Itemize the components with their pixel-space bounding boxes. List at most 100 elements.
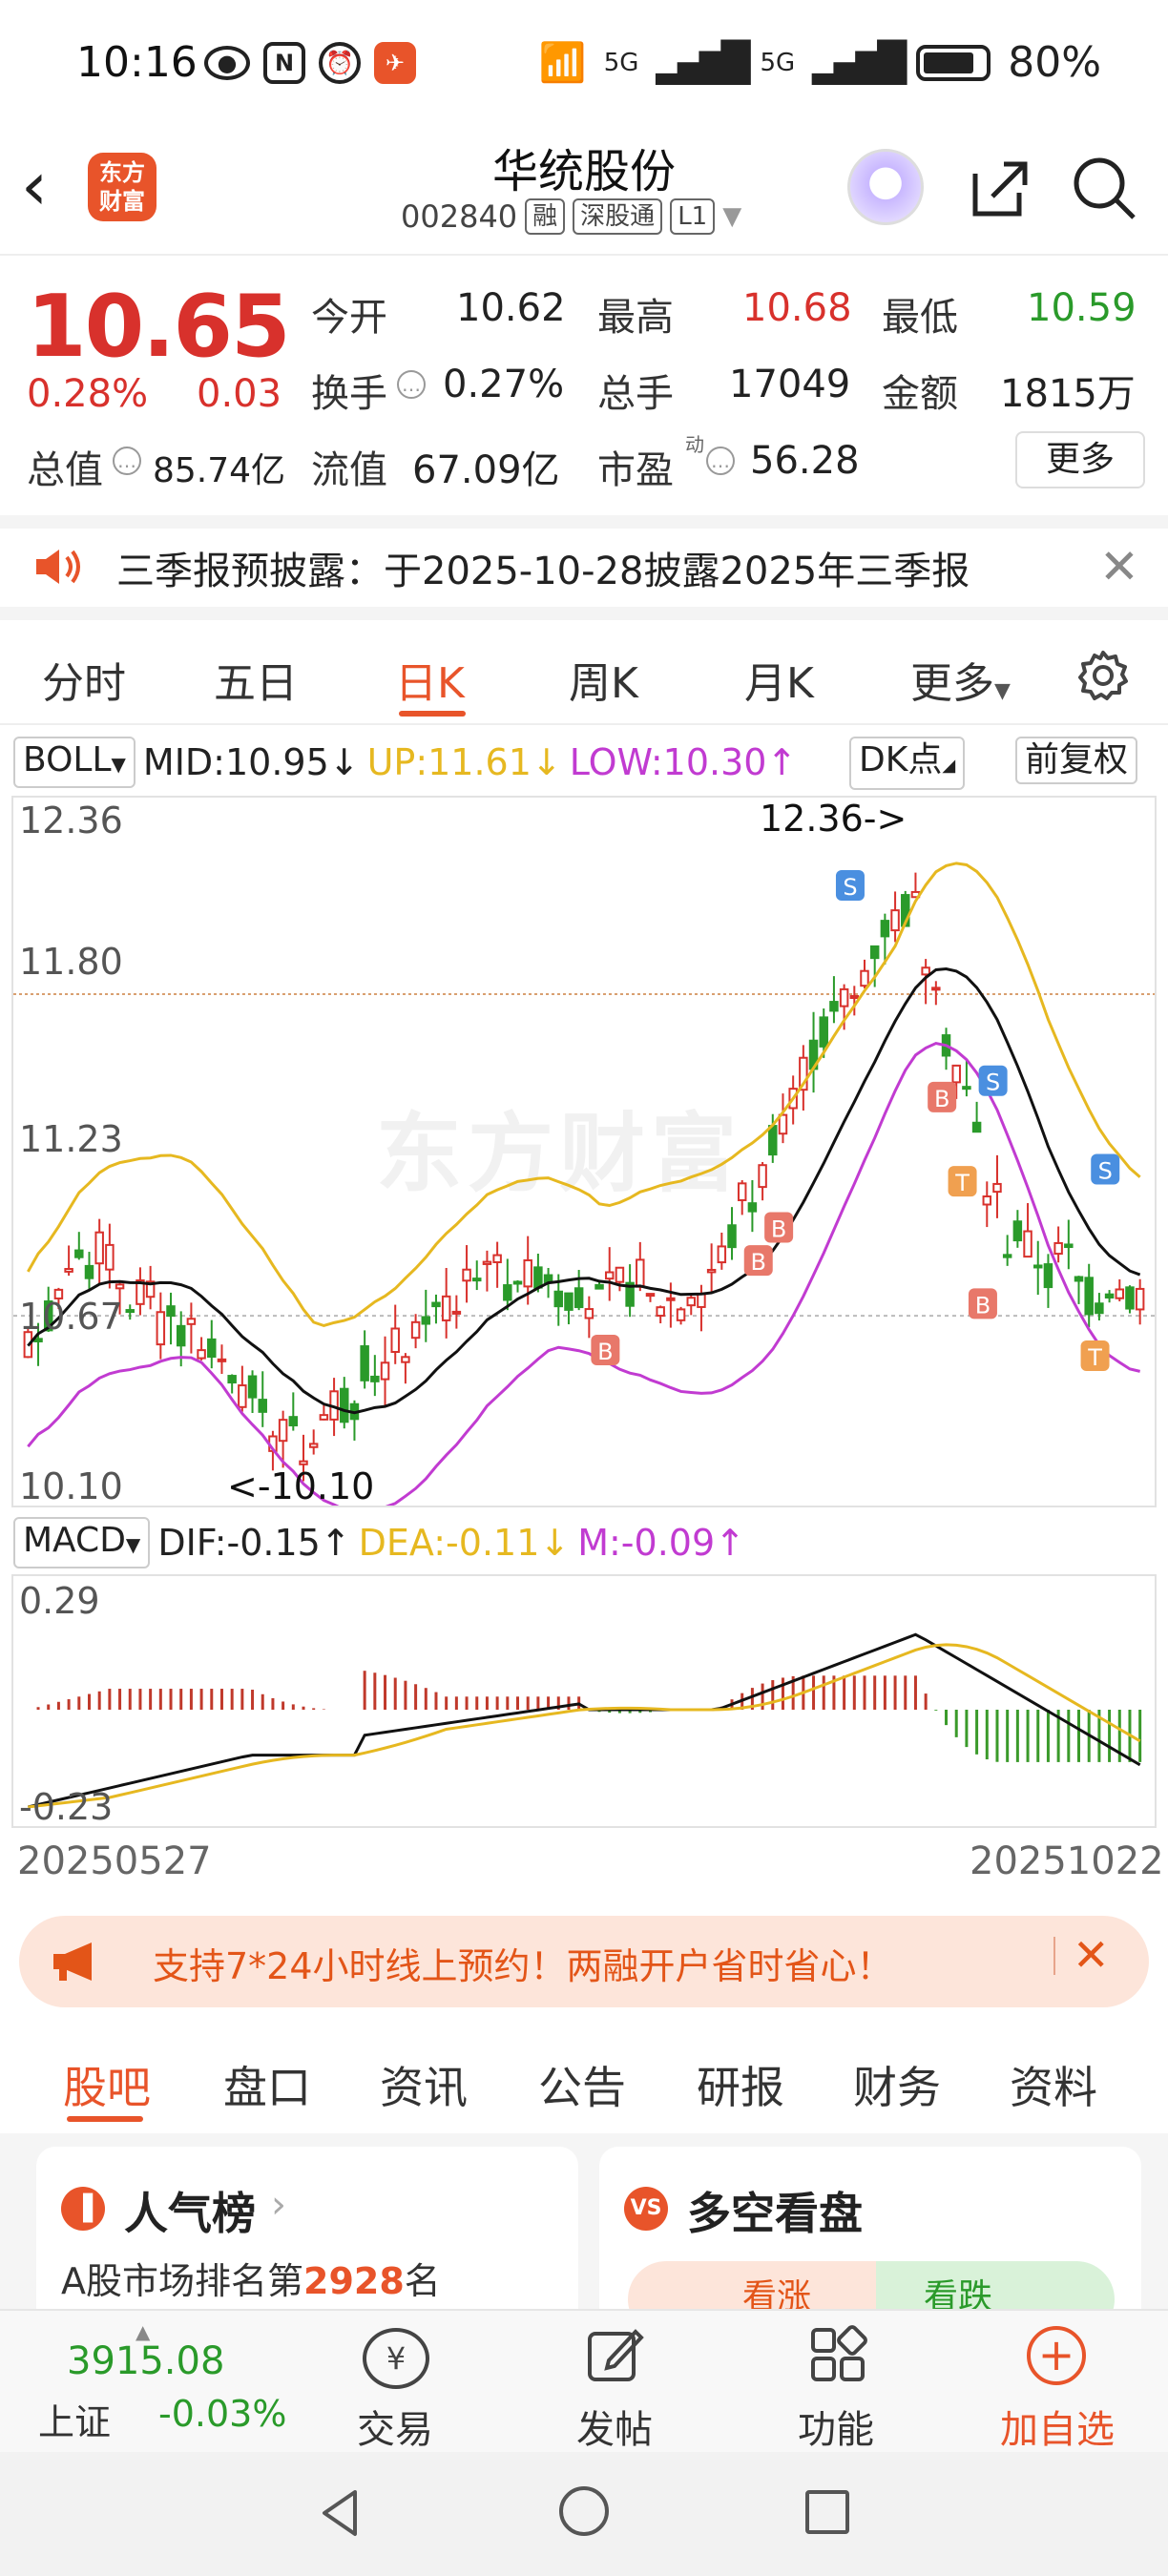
float-cap-label: 流值 — [311, 448, 387, 492]
candle-body — [401, 1356, 410, 1363]
info-icon[interactable]: … — [706, 447, 735, 475]
more-quote-button[interactable]: 更多 — [1015, 431, 1145, 488]
info-icon[interactable]: … — [113, 447, 141, 475]
tab-announcements[interactable]: 公告 — [538, 2053, 626, 2116]
home-circle-icon[interactable] — [559, 2486, 609, 2536]
header-divider — [0, 254, 1168, 256]
candle-body — [737, 1182, 747, 1201]
nav-features[interactable]: 功能 — [760, 2399, 912, 2454]
high-value: 10.68 — [742, 286, 852, 330]
chevron-right-icon: › — [271, 2183, 286, 2227]
nav-post[interactable]: 发帖 — [538, 2399, 691, 2454]
tag-level: L1 — [670, 198, 716, 235]
tab-order-book[interactable]: 盘口 — [223, 2053, 311, 2116]
candle-body — [308, 1443, 319, 1448]
popularity-title: 人气榜 — [124, 2188, 256, 2239]
amount-value: 1815万 — [1000, 372, 1136, 416]
back-triangle-icon[interactable] — [313, 2484, 370, 2542]
kline-chart[interactable]: 东方财富 BBBSSSBTBT 12.36 11.80 11.23 10.67 … — [11, 796, 1157, 1507]
candle-body — [370, 1375, 380, 1382]
candle-body — [890, 909, 900, 932]
macd-selector[interactable]: MACD▼ — [13, 1517, 151, 1568]
index-name[interactable]: 上证 — [38, 2393, 111, 2445]
candle-body — [1002, 1254, 1012, 1258]
adjust-toggle[interactable]: 前复权 — [1015, 737, 1138, 784]
tab-forum[interactable]: 股吧 — [63, 2053, 151, 2116]
candle-body — [482, 1260, 492, 1265]
search-icon[interactable] — [1071, 155, 1137, 221]
vs-icon: VS — [624, 2187, 668, 2231]
tab-research[interactable]: 研报 — [697, 2053, 784, 2116]
tab-profile[interactable]: 资料 — [1010, 2053, 1097, 2116]
candle-body — [574, 1287, 584, 1309]
close-icon[interactable]: ✕ — [1099, 539, 1139, 594]
macd-dea: DEA:-0.11↓ — [358, 1522, 571, 1564]
share-icon[interactable] — [966, 155, 1032, 221]
edit-icon[interactable] — [584, 2324, 645, 2385]
current-price: 10.65 — [27, 277, 291, 377]
corner-icon: ◢ — [942, 756, 956, 776]
candle-body — [962, 1086, 971, 1091]
tab-weekly-k[interactable]: 周K — [569, 649, 638, 710]
tab-intraday[interactable]: 分时 — [42, 649, 126, 710]
tab-daily-k[interactable]: 日K — [395, 649, 465, 710]
candle-body — [207, 1338, 217, 1359]
boll-selector[interactable]: BOLL▼ — [13, 737, 136, 788]
close-icon[interactable]: ✕ — [1073, 1929, 1110, 1981]
candle-body — [1023, 1230, 1032, 1258]
boll-upper-line — [27, 862, 1141, 1328]
tab-five-day[interactable]: 五日 — [214, 649, 298, 710]
candle-body — [656, 1306, 665, 1318]
candle-body — [1135, 1287, 1145, 1311]
index-value[interactable]: 3915.08 — [67, 2339, 224, 2383]
price-axis-4: 10.67 — [19, 1296, 123, 1338]
app-notification-icon: ✈ — [374, 42, 416, 84]
stock-code-row[interactable]: 002840 融 深股通 L1 ▼ — [401, 198, 741, 235]
rank-suffix: 名 — [404, 2260, 441, 2302]
status-right: 📶 5G ▂▄▆█ 5G ▂▄▆█ 80% — [539, 38, 1101, 87]
candle-body — [84, 1264, 94, 1279]
candle-body — [829, 1001, 839, 1012]
candle-body — [849, 995, 860, 1000]
candle-body — [676, 1308, 686, 1321]
nav-add-watchlist[interactable]: 加自选 — [981, 2399, 1134, 2454]
candle-body — [1104, 1293, 1115, 1299]
candle-body — [156, 1311, 166, 1346]
candle-body — [645, 1293, 656, 1298]
chevron-down-icon: ▼ — [125, 1533, 141, 1556]
candle-body — [951, 1064, 961, 1084]
grid-icon[interactable] — [807, 2324, 868, 2385]
candle-body — [197, 1349, 206, 1360]
candle-body — [288, 1416, 299, 1427]
candle-body — [503, 1284, 512, 1301]
gear-icon[interactable] — [1076, 649, 1130, 702]
pe-value: 56.28 — [750, 439, 860, 483]
macd-chart[interactable]: 0.29 -0.23 — [11, 1574, 1157, 1828]
high-annotation: 12.36-> — [760, 798, 907, 840]
candle-body — [717, 1245, 727, 1264]
candle-body — [758, 1164, 767, 1189]
megaphone-icon — [53, 1942, 92, 1981]
tab-monthly-k[interactable]: 月K — [744, 649, 814, 710]
tab-financials[interactable]: 财务 — [853, 2053, 941, 2116]
candle-body — [390, 1327, 400, 1354]
promo-divider — [1053, 1937, 1055, 1975]
volume-value: 17049 — [729, 363, 851, 406]
trade-icon[interactable]: ¥ — [363, 2328, 429, 2389]
volume-label: 总手 — [597, 372, 674, 416]
info-icon[interactable]: … — [397, 370, 426, 399]
nav-trade[interactable]: 交易 — [319, 2399, 471, 2454]
recents-square-icon[interactable] — [805, 2490, 849, 2534]
macd-dif-line — [28, 1632, 1141, 1809]
signal-marker-label: B — [771, 1215, 786, 1242]
dk-point-toggle[interactable]: DK点◢ — [849, 737, 966, 790]
add-icon[interactable]: + — [1027, 2326, 1086, 2385]
turnover-label: 换手 — [311, 372, 387, 416]
candle-body — [1095, 1302, 1104, 1315]
tab-news[interactable]: 资讯 — [380, 2053, 468, 2116]
tab-more[interactable]: 更多▼ — [910, 649, 1011, 710]
rank-prefix: A股市场排名第 — [61, 2260, 303, 2302]
candle-body — [584, 1308, 594, 1319]
float-cap-value: 67.09亿 — [412, 448, 560, 492]
ai-assistant-icon[interactable] — [847, 149, 924, 225]
